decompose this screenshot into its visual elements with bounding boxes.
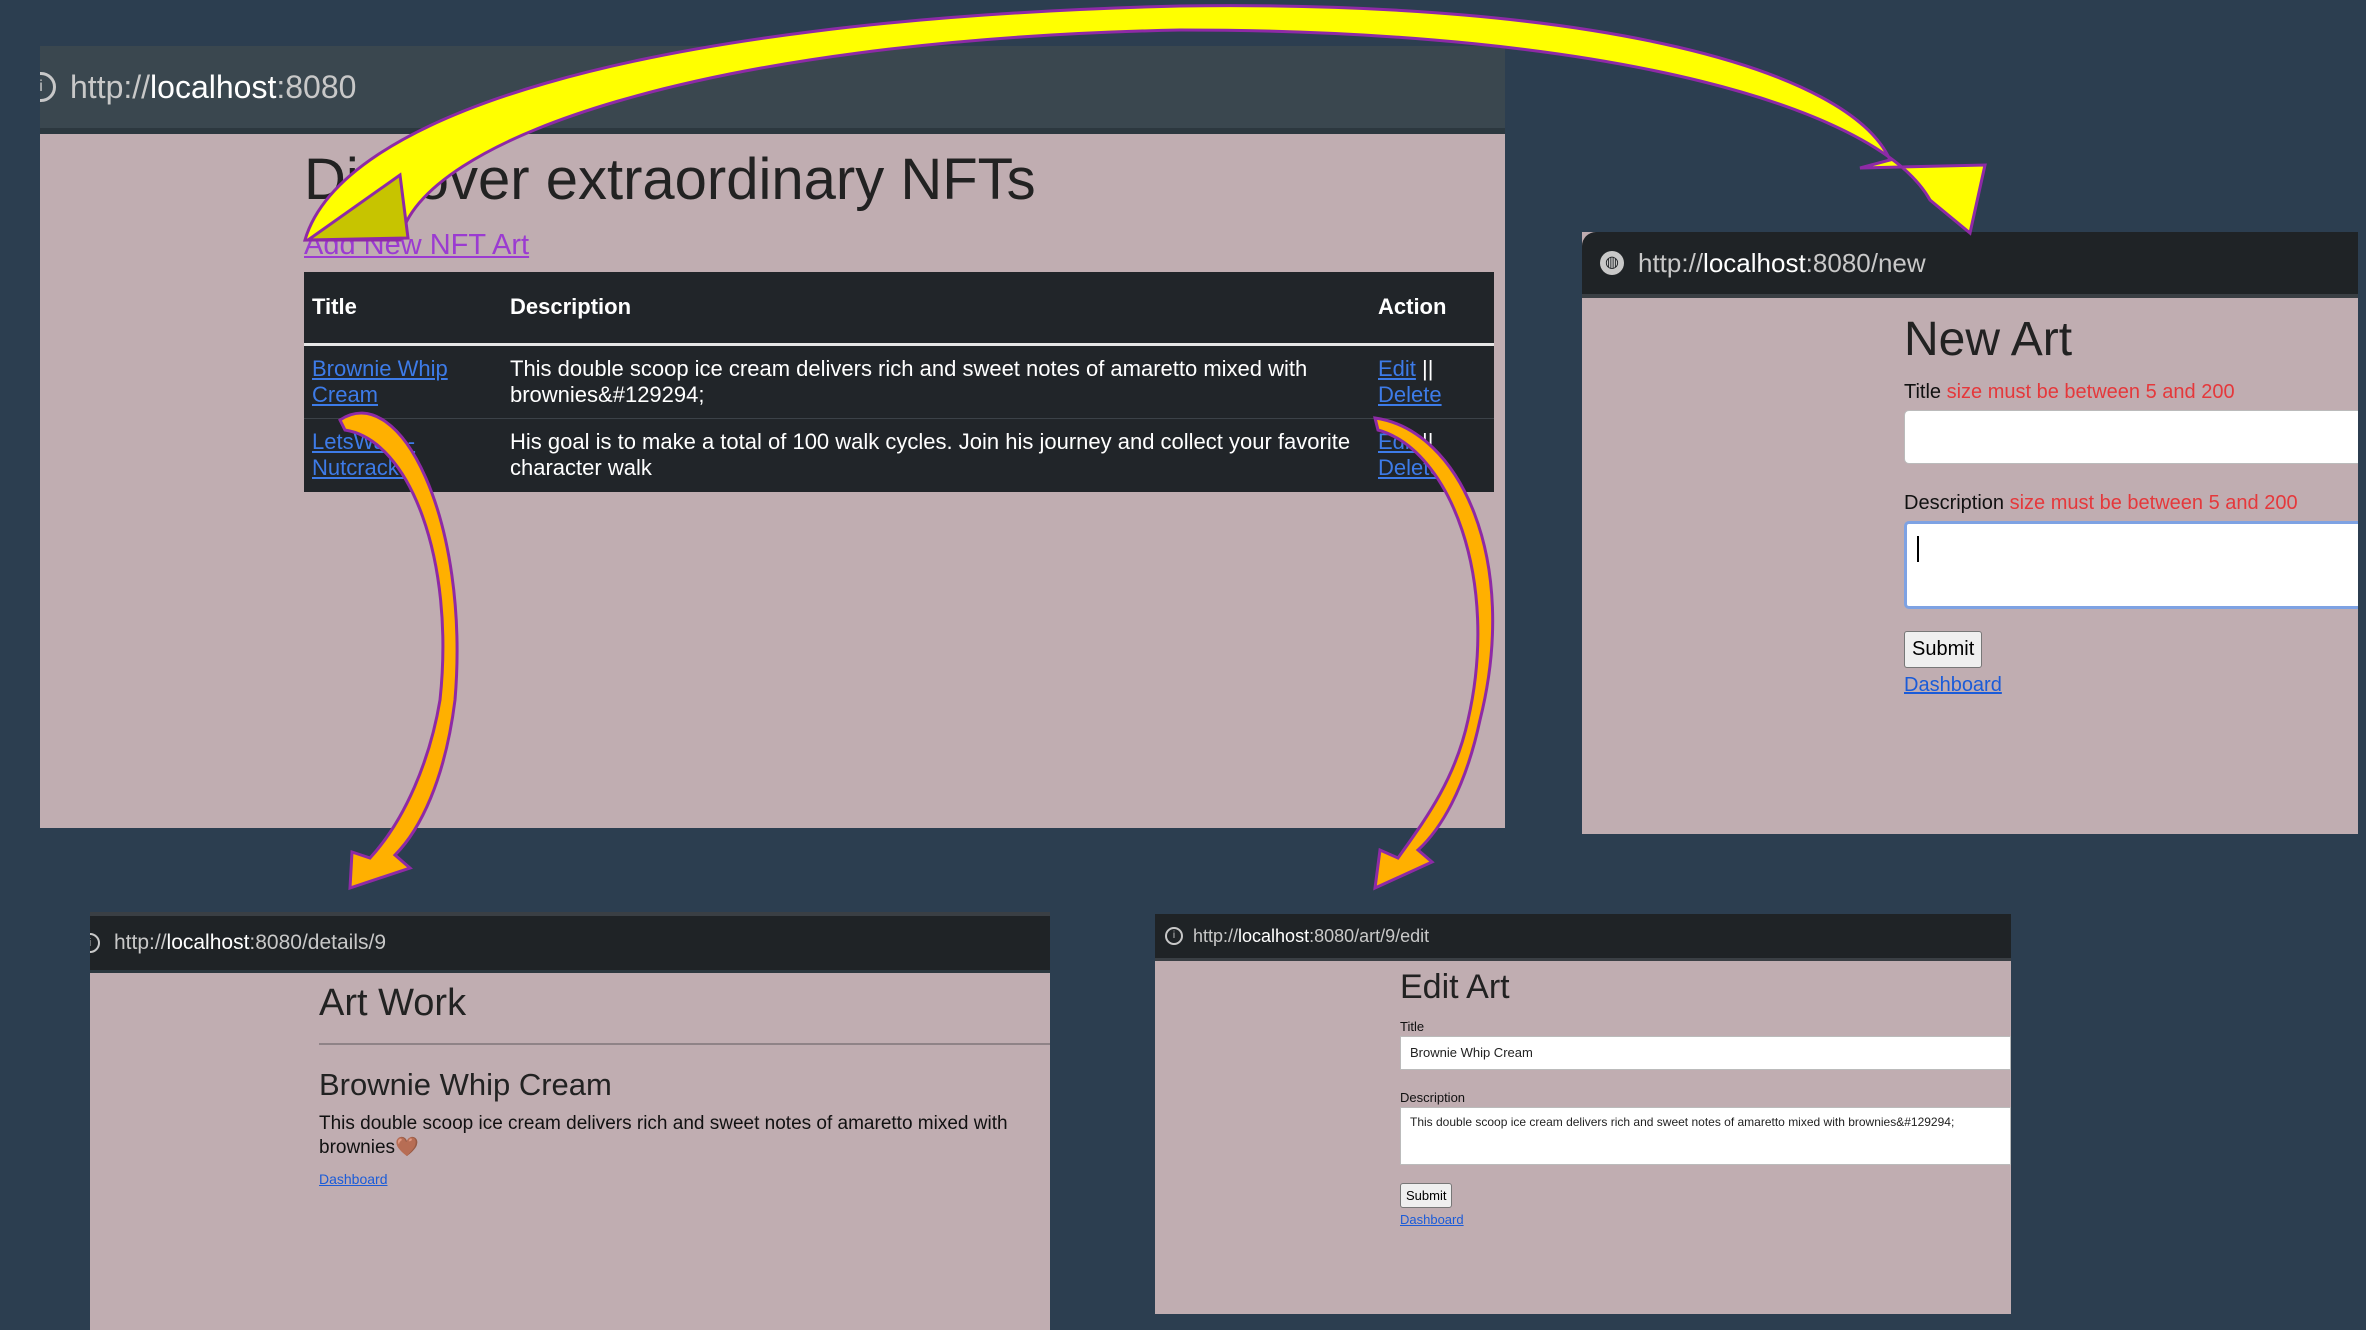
add-new-nft-link[interactable]: Add New NFT Art <box>304 229 1504 262</box>
art-title: Brownie Whip Cream <box>319 1067 612 1102</box>
text-cursor <box>1917 536 1919 562</box>
title-label: Title <box>1400 1019 1425 1034</box>
details-url: http://localhost:8080/details/9 <box>114 931 387 954</box>
dashboard-link[interactable]: Dashboard <box>1904 674 2358 697</box>
description-error: size must be between 5 and 200 <box>2009 492 2298 514</box>
art-description-row: This double scoop ice cream delivers ric… <box>319 1113 1050 1159</box>
site-info-icon[interactable]: i <box>90 933 100 953</box>
new-art-heading: New Art <box>1904 313 2073 366</box>
art-work-heading: Art Work <box>319 982 1050 1045</box>
action-separator: || <box>1422 355 1434 381</box>
delete-link[interactable]: Delete <box>1378 455 1442 480</box>
description-label: Description <box>1904 492 2005 514</box>
new-art-address-bar[interactable]: ◍ http://localhost:8080/new <box>1582 232 2358 298</box>
title-input[interactable] <box>1904 410 2358 464</box>
title-label: Title <box>1904 381 1942 403</box>
dashboard-url: http://localhost:8080 <box>70 68 357 105</box>
description-label: Description <box>1400 1090 1466 1105</box>
action-separator: || <box>1422 429 1434 455</box>
column-header-title: Title <box>312 294 357 320</box>
submit-button[interactable]: Submit <box>1904 631 1983 668</box>
edit-art-heading: Edit Art <box>1400 968 1510 1006</box>
site-info-icon[interactable]: i <box>1165 927 1183 945</box>
nft-table: Title Description Action Brownie Whip Cr… <box>304 272 1494 492</box>
row-description-cell: His goal is to make a total of 100 walk … <box>510 429 1351 481</box>
description-textarea[interactable]: This double scoop ice cream delivers ric… <box>1400 1107 2011 1165</box>
submit-button[interactable]: Submit <box>1400 1183 1453 1208</box>
column-header-action: Action <box>1378 294 1447 320</box>
row-title-cell: Brownie Whip Cream <box>304 344 502 418</box>
dashboard-link[interactable]: Dashboard <box>1400 1212 2011 1227</box>
column-header-description: Description <box>510 294 632 320</box>
page-title: Discover extraordinary NFTs <box>304 147 1036 212</box>
table-header-row: Title Description Action <box>304 272 1494 344</box>
dashboard-window: i http://localhost:8080 Discover extraor… <box>40 46 1505 828</box>
table-row: Brownie Whip Cream This double scoop ice… <box>304 344 1494 418</box>
row-action-cell: Edit || Delete <box>1370 344 1494 418</box>
title-label-row: Title size must be between 5 and 200 <box>1904 381 2358 404</box>
edit-address-bar[interactable]: i http://localhost:8080/art/9/edit <box>1155 914 2011 961</box>
edit-art-window: i http://localhost:8080/art/9/edit Edit … <box>1155 914 2011 1314</box>
dashboard-link[interactable]: Dashboard <box>319 1171 1050 1187</box>
art-title-link[interactable]: LetsWalk - Nutcracker <box>312 429 418 480</box>
art-description: This double scoop ice cream delivers ric… <box>319 1113 1008 1158</box>
row-description-cell: This double scoop ice cream delivers ric… <box>510 355 1308 407</box>
new-art-window: ◍ http://localhost:8080/new New Art Titl… <box>1582 232 2358 834</box>
edit-link[interactable]: Edit <box>1378 429 1416 454</box>
globe-icon: ◍ <box>1600 251 1624 275</box>
brown-heart-icon: 🤎 <box>395 1137 419 1158</box>
title-input[interactable]: Brownie Whip Cream <box>1400 1036 2011 1070</box>
delete-link[interactable]: Delete <box>1378 382 1442 407</box>
new-art-url: http://localhost:8080/new <box>1638 247 1926 278</box>
table-row: LetsWalk - Nutcracker His goal is to mak… <box>304 418 1494 492</box>
row-title-cell: LetsWalk - Nutcracker <box>304 418 502 492</box>
row-action-cell: Edit || Delete <box>1370 418 1494 492</box>
edit-url: http://localhost:8080/art/9/edit <box>1193 925 1430 946</box>
title-error: size must be between 5 and 200 <box>1946 381 2235 403</box>
description-textarea[interactable] <box>1904 521 2358 609</box>
art-title-link[interactable]: Brownie Whip Cream <box>312 356 448 407</box>
details-window: i http://localhost:8080/details/9 Art Wo… <box>90 912 1050 1330</box>
dashboard-address-bar[interactable]: i http://localhost:8080 <box>40 46 1505 134</box>
edit-link[interactable]: Edit <box>1378 356 1416 381</box>
description-label-row: Description size must be between 5 and 2… <box>1904 492 2358 515</box>
details-address-bar[interactable]: i http://localhost:8080/details/9 <box>90 912 1050 973</box>
site-info-icon[interactable]: i <box>40 72 56 102</box>
